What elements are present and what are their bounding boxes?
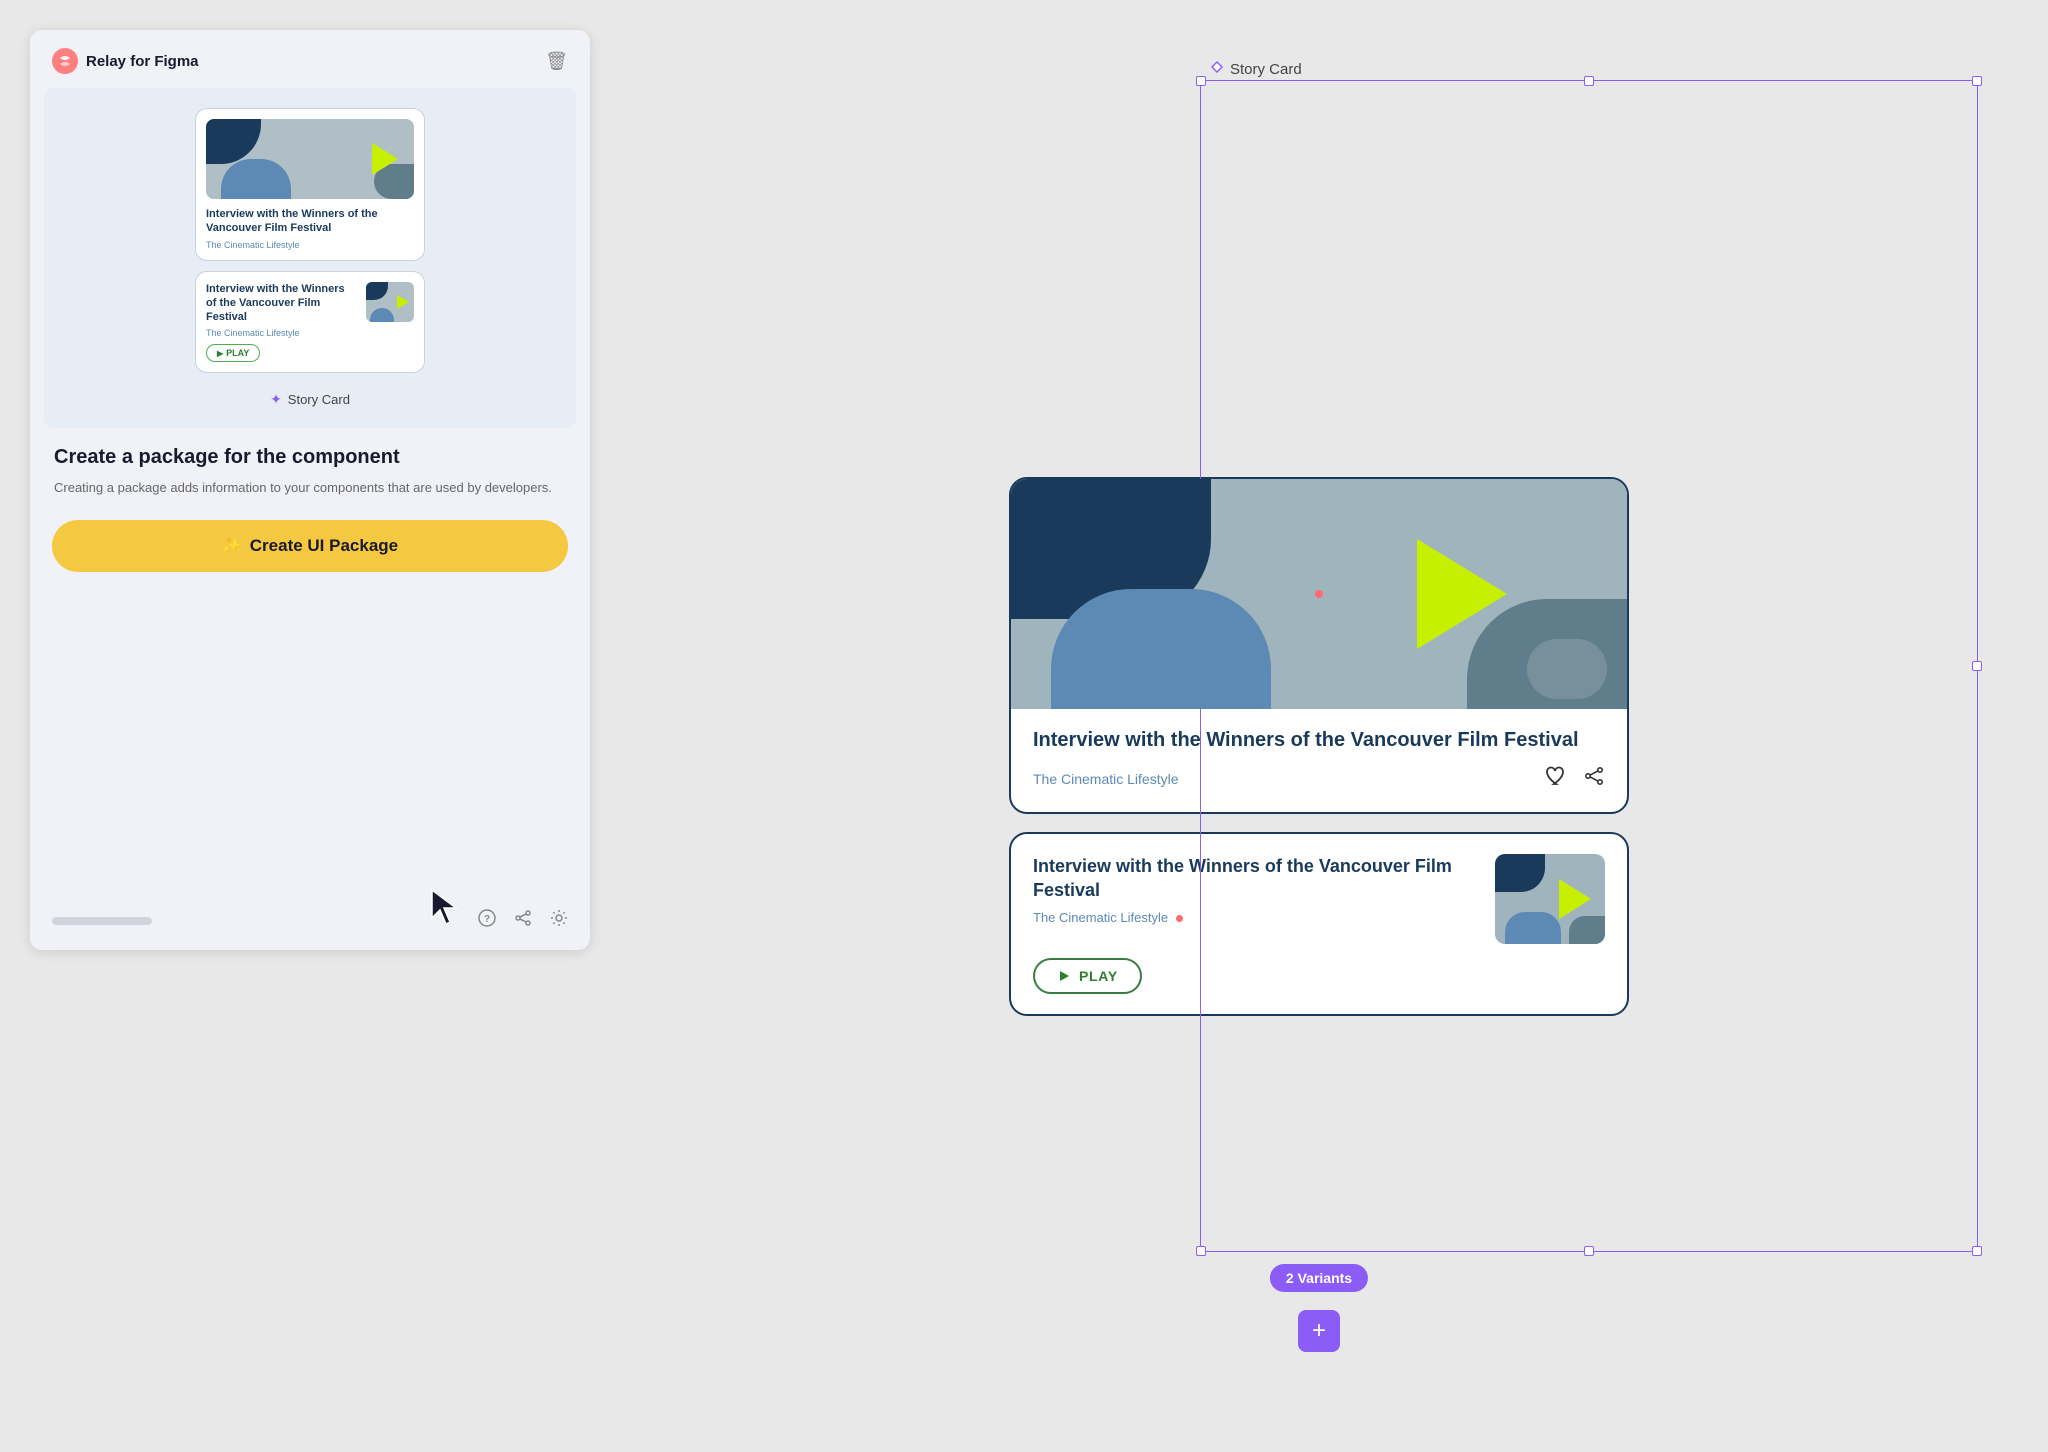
component-label-text: Story Card <box>288 392 350 407</box>
story-card-diamond-icon <box>1210 60 1224 78</box>
diamond-icon: ✦ <box>270 391 282 408</box>
v2-play-triangle <box>397 295 409 309</box>
create-btn-label: Create UI Package <box>250 536 398 556</box>
card-variant-1: Interview with the Winners of the Vancou… <box>195 108 425 261</box>
handle-mid-right[interactable] <box>1972 661 1982 671</box>
meta-icons <box>1545 766 1605 792</box>
play-triangle-v1 <box>372 143 398 175</box>
small-card-title-v2: Interview with the Winners of the Vancou… <box>206 282 358 325</box>
v2-dot <box>1176 915 1183 922</box>
v2-main: Interview with the Winners of the Vancou… <box>1033 854 1605 944</box>
settings-icon[interactable] <box>550 909 568 932</box>
create-btn-icon: ✨ <box>222 536 242 556</box>
share-icon-card[interactable] <box>1583 766 1605 792</box>
large-card-meta: The Cinematic Lifestyle <box>1033 766 1605 792</box>
variants-badge: 2 Variants <box>1270 1264 1368 1292</box>
large-card-title: Interview with the Winners of the Vancou… <box>1033 727 1605 754</box>
large-thumbnail <box>1011 479 1627 709</box>
handle-top-right[interactable] <box>1972 76 1982 86</box>
handle-bottom-mid[interactable] <box>1584 1246 1594 1256</box>
v2-card-thumbnail <box>1495 854 1605 944</box>
story-card-label: Story Card <box>1210 60 1302 78</box>
trash-icon[interactable]: 🗑 <box>545 51 568 72</box>
bottom-icons: ? <box>478 909 568 932</box>
large-card-body: Interview with the Winners of the Vancou… <box>1011 709 1627 812</box>
v2-top: Interview with the Winners of the Vancou… <box>206 282 414 339</box>
heart-icon[interactable] <box>1545 766 1567 792</box>
v2t-play-triangle <box>1559 879 1591 919</box>
v2-text-block: Interview with the Winners of the Vancou… <box>1033 854 1479 926</box>
handle-top-left[interactable] <box>1196 76 1206 86</box>
play-btn-icon: ▶ <box>217 349 223 358</box>
component-label: ✦ Story Card <box>270 391 350 408</box>
card-variant-2: Interview with the Winners of the Vancou… <box>195 271 425 374</box>
create-heading: Create a package for the component <box>54 444 566 470</box>
bottom-bar: ? <box>30 909 590 932</box>
v2-card-source: The Cinematic Lifestyle <box>1033 910 1479 925</box>
large-card-v2: Interview with the Winners of the Vancou… <box>1009 832 1629 1016</box>
svg-text:?: ? <box>484 914 490 925</box>
small-card-title-v1: Interview with the Winners of the Vancou… <box>206 207 414 236</box>
small-card-source-v1: The Cinematic Lifestyle <box>206 240 414 250</box>
create-btn-wrapper: ✨ Create UI Package <box>30 510 590 572</box>
cards-container: Interview with the Winners of the Vancou… <box>1009 477 1629 1016</box>
play-btn-triangle <box>1057 969 1071 983</box>
relay-icon <box>52 48 78 74</box>
help-icon[interactable]: ? <box>478 909 496 932</box>
small-card-source-v2: The Cinematic Lifestyle <box>206 328 358 338</box>
create-desc: Creating a package adds information to y… <box>54 478 566 498</box>
create-ui-package-button[interactable]: ✨ Create UI Package <box>52 520 568 572</box>
share-icon[interactable] <box>514 909 532 932</box>
add-variant-button[interactable]: + <box>1298 1310 1340 1352</box>
story-card-label-text: Story Card <box>1230 61 1302 78</box>
scroll-track <box>52 917 152 925</box>
play-button-large[interactable]: PLAY <box>1033 958 1142 994</box>
app-title: Relay for Figma <box>86 53 199 70</box>
v2-card-title: Interview with the Winners of the Vancou… <box>1033 854 1479 903</box>
add-plus-icon: + <box>1312 1319 1326 1343</box>
text-section: Create a package for the component Creat… <box>30 428 590 510</box>
left-panel: Relay for Figma 🗑 Interview with the Win… <box>30 30 590 950</box>
left-header: Relay for Figma 🗑 <box>30 30 590 88</box>
large-card-source: The Cinematic Lifestyle <box>1033 771 1179 787</box>
v2-thumbnail <box>366 282 414 322</box>
v2-text: Interview with the Winners of the Vancou… <box>206 282 358 339</box>
large-card-v1: Interview with the Winners of the Vancou… <box>1009 477 1629 814</box>
relay-logo: Relay for Figma <box>52 48 199 74</box>
play-button-small[interactable]: ▶ PLAY <box>206 344 260 362</box>
small-thumbnail-v1 <box>206 119 414 199</box>
handle-bottom-right[interactable] <box>1972 1246 1982 1256</box>
large-play-triangle <box>1417 539 1507 649</box>
handle-top-mid[interactable] <box>1584 76 1594 86</box>
dot-indicator <box>1315 590 1323 598</box>
preview-area: Interview with the Winners of the Vancou… <box>44 88 576 428</box>
right-panel: Story Card Interview with the Winners of… <box>590 0 2048 1452</box>
handle-bottom-left[interactable] <box>1196 1246 1206 1256</box>
